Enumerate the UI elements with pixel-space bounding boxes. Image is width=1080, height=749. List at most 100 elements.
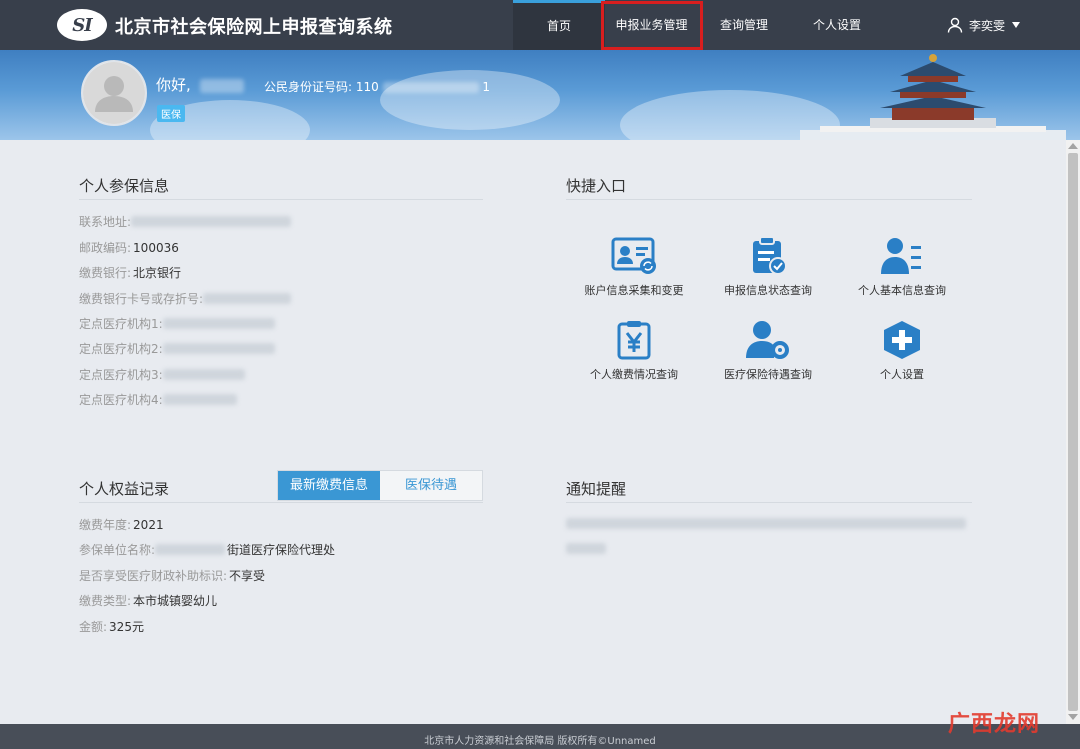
avatar-placeholder-icon	[83, 62, 145, 124]
temple-of-heaven-image	[800, 54, 1066, 140]
tab-latest-payment[interactable]: 最新缴费信息	[278, 471, 380, 500]
redacted-value	[162, 394, 237, 405]
info-row-bank: 缴费银行: 北京银行	[79, 264, 181, 281]
info-label: 联系地址:	[79, 215, 132, 229]
record-row-subsidy: 是否享受医疗财政补助标识: 不享受	[79, 567, 265, 584]
quick-personal-settings[interactable]: 个人设置	[842, 320, 962, 382]
id-number: 公民身份证号码: 110 1	[264, 78, 490, 95]
record-value: 街道医疗保险代理处	[227, 543, 336, 557]
redacted-notice-line	[566, 518, 966, 529]
quick-label: 医疗保险待遇查询	[724, 368, 812, 381]
id-card-icon	[611, 237, 656, 274]
info-row-hospital-1: 定点医疗机构1:	[79, 315, 275, 332]
avatar[interactable]	[81, 60, 147, 126]
profile-banner	[0, 50, 1080, 140]
redacted-value	[162, 369, 245, 380]
nav-query-management[interactable]: 查询管理	[704, 0, 784, 50]
user-menu[interactable]: 李奕雯	[947, 0, 1021, 50]
redacted-id	[382, 82, 479, 93]
insurance-info-divider	[79, 199, 483, 200]
id-label: 公民身份证号码: 110	[264, 80, 379, 94]
rights-record-divider	[79, 502, 483, 503]
insurance-type-badge: 医保	[157, 105, 185, 122]
quick-medical-benefits[interactable]: 医疗保险待遇查询	[708, 320, 828, 382]
record-row-year: 缴费年度: 2021	[79, 516, 164, 533]
plus-shield-icon	[884, 321, 920, 359]
site-title: 北京市社会保险网上申报查询系统	[115, 17, 393, 38]
nav-personal-settings[interactable]: 个人设置	[798, 0, 876, 50]
info-row-hospital-4: 定点医疗机构4:	[79, 391, 237, 408]
info-row-bank-account: 缴费银行卡号或存折号:	[79, 290, 292, 307]
logo-text: SI	[72, 14, 92, 36]
record-row-payment-type: 缴费类型: 本市城镇婴幼儿	[79, 592, 217, 609]
redacted-notice-line	[566, 543, 606, 554]
user-list-icon	[881, 238, 921, 274]
quick-declaration-status[interactable]: 申报信息状态查询	[708, 236, 828, 298]
info-row-hospital-3: 定点医疗机构3:	[79, 366, 245, 383]
info-label: 定点医疗机构3:	[79, 368, 163, 382]
insurance-info-title: 个人参保信息	[79, 177, 170, 195]
nav-business-management[interactable]: 申报业务管理	[603, 0, 700, 50]
quick-basic-info[interactable]: 个人基本信息查询	[842, 236, 962, 298]
record-value: 325元	[109, 620, 144, 634]
notice-title: 通知提醒	[566, 480, 627, 498]
scroll-up-arrow-icon[interactable]	[1068, 143, 1078, 149]
tab-medical-benefits[interactable]: 医保待遇	[380, 471, 482, 500]
scrollbar-thumb[interactable]	[1068, 153, 1078, 711]
record-label: 金额:	[79, 620, 108, 634]
record-value: 本市城镇婴幼儿	[133, 594, 218, 608]
scroll-down-arrow-icon[interactable]	[1068, 714, 1078, 720]
yuan-clipboard-icon	[617, 321, 651, 360]
info-label: 缴费银行卡号或存折号:	[79, 292, 204, 306]
si-logo: SI	[57, 9, 107, 41]
redacted-value	[155, 544, 226, 555]
quick-entry-divider	[566, 199, 972, 200]
quick-label: 账户信息采集和变更	[584, 284, 684, 297]
quick-payment-query[interactable]: 个人缴费情况查询	[574, 320, 694, 382]
info-label: 邮政编码:	[79, 241, 132, 255]
clipboard-check-icon	[753, 236, 787, 275]
info-label: 定点医疗机构1:	[79, 317, 163, 331]
id-suffix: 1	[482, 80, 491, 94]
top-nav-bar: SI 北京市社会保险网上申报查询系统 首页 申报业务管理 查询管理 个人设置 李…	[0, 0, 1080, 50]
notice-content	[566, 516, 974, 554]
redacted-value	[203, 293, 292, 304]
info-label: 定点医疗机构4:	[79, 393, 163, 407]
quick-label: 个人基本信息查询	[858, 284, 946, 297]
record-label: 缴费类型:	[79, 594, 132, 608]
redacted-name	[199, 78, 244, 93]
quick-label: 个人设置	[880, 368, 924, 381]
user-icon	[947, 17, 963, 33]
quick-label: 申报信息状态查询	[724, 284, 812, 297]
record-value: 2021	[133, 517, 164, 532]
rights-record-title: 个人权益记录	[79, 480, 170, 498]
info-label: 缴费银行:	[79, 266, 132, 280]
record-label: 参保单位名称:	[79, 543, 156, 557]
redacted-value	[131, 216, 292, 227]
record-label: 是否享受医疗财政补助标识:	[79, 569, 228, 583]
record-value: 不享受	[229, 569, 266, 583]
greeting-text: 你好,	[156, 76, 191, 94]
user-gear-icon	[746, 321, 789, 359]
redacted-value	[162, 343, 275, 354]
info-row-hospital-2: 定点医疗机构2:	[79, 340, 275, 357]
record-label: 缴费年度:	[79, 518, 132, 532]
quick-entry-title: 快捷入口	[566, 177, 627, 195]
info-value: 北京银行	[133, 266, 182, 280]
record-row-employer: 参保单位名称: 街道医疗保险代理处	[79, 541, 335, 558]
info-label: 定点医疗机构2:	[79, 342, 163, 356]
info-row-postcode: 邮政编码: 100036	[79, 239, 179, 256]
footer: 北京市人力资源和社会保障局 版权所有©Unnamed	[0, 724, 1080, 749]
nav-home[interactable]: 首页	[513, 0, 605, 50]
info-row-address: 联系地址:	[79, 213, 292, 230]
caret-down-icon	[1012, 22, 1021, 28]
footer-copyright: 北京市人力资源和社会保障局 版权所有©Unnamed	[424, 736, 656, 747]
quick-label: 个人缴费情况查询	[590, 368, 678, 381]
notice-divider	[566, 502, 972, 503]
greeting: 你好,	[156, 74, 244, 95]
record-row-amount: 金额: 325元	[79, 618, 144, 635]
quick-account-info[interactable]: 账户信息采集和变更	[574, 236, 694, 298]
user-name: 李奕雯	[969, 18, 1006, 33]
redacted-value	[162, 318, 275, 329]
watermark: 广西龙网	[948, 712, 1041, 737]
